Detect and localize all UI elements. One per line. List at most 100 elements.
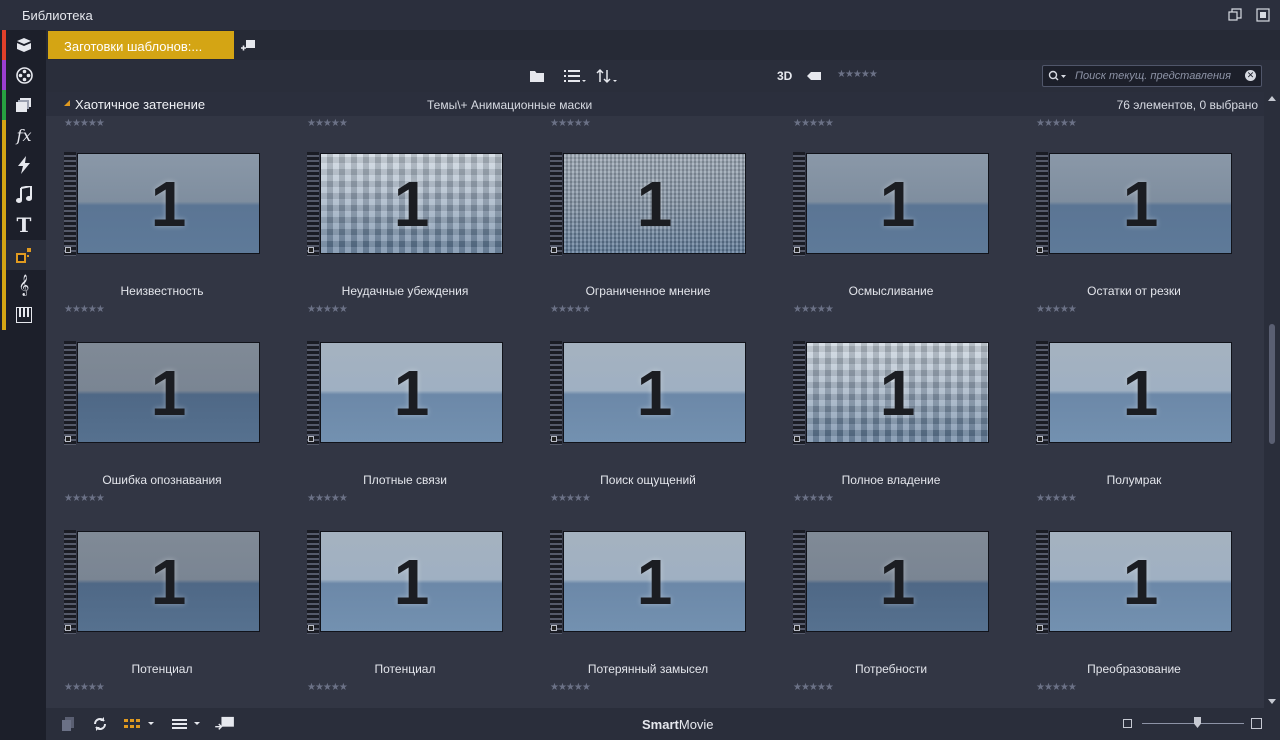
theme-badge-icon	[1037, 436, 1043, 442]
grid-view-icon[interactable]	[124, 716, 156, 732]
theme-item[interactable]: 1 Плотные связи ★★★★★	[289, 341, 503, 526]
theme-thumbnail[interactable]: 1	[64, 341, 260, 445]
theme-item[interactable]: 1 Ошибка опознавания ★★★★★	[46, 341, 260, 526]
rating-stars[interactable]: ★★★★★	[793, 118, 834, 129]
theme-item[interactable]: 1 Полумрак ★★★★★	[1018, 341, 1232, 526]
rating-stars[interactable]: ★★★★★	[550, 118, 591, 129]
clear-search-icon[interactable]: ✕	[1245, 70, 1256, 81]
theme-thumbnail[interactable]: 1	[1036, 152, 1232, 256]
rating-stars[interactable]: ★★★★★	[793, 682, 834, 693]
collapse-arrow-icon[interactable]	[64, 100, 70, 106]
theme-item[interactable]: 1 Осмысливание ★★★★★	[775, 152, 989, 337]
rating-stars[interactable]: ★★★★★	[550, 304, 591, 315]
theme-item[interactable]: 1 Поиск ощущений ★★★★★	[532, 341, 746, 526]
rating-stars[interactable]: ★★★★★	[64, 493, 105, 504]
theme-thumbnail[interactable]: 1	[793, 152, 989, 256]
thumbnail-digit: 1	[636, 545, 673, 618]
theme-item[interactable]: 1 Остатки от резки ★★★★★	[1018, 152, 1232, 337]
list-view-icon[interactable]	[172, 716, 204, 732]
scroll-down-icon[interactable]	[1268, 699, 1276, 704]
filmstrip-edge	[1036, 341, 1048, 445]
sidebar-item-transitions[interactable]	[0, 150, 46, 180]
theme-item[interactable]: 1 Полное владение ★★★★★	[775, 341, 989, 526]
import-icon[interactable]	[213, 716, 237, 732]
theme-item[interactable]: 1 Потенциал ★★★★★	[289, 530, 503, 708]
sidebar-item-titles[interactable]: T	[0, 210, 46, 240]
vertical-scrollbar[interactable]	[1264, 92, 1280, 708]
rating-stars[interactable]: ★★★★★	[64, 682, 105, 693]
rating-filter[interactable]: ★★★★★	[837, 69, 878, 85]
theme-thumbnail[interactable]: 1	[793, 341, 989, 445]
theme-thumbnail[interactable]: 1	[793, 530, 989, 634]
rating-stars[interactable]: ★★★★★	[793, 493, 834, 504]
sidebar-item-disc-projects[interactable]	[0, 90, 46, 120]
search-icon[interactable]	[1048, 70, 1068, 82]
theme-item[interactable]: 1 Потерянный замысел ★★★★★	[532, 530, 746, 708]
rating-stars[interactable]: ★★★★★	[307, 493, 348, 504]
add-tab-icon[interactable]	[240, 38, 256, 52]
theme-thumbnail[interactable]: 1	[64, 152, 260, 256]
theme-item[interactable]: 1 Неизвестность ★★★★★	[46, 152, 260, 337]
sidebar-item-effects[interactable]: fx	[0, 120, 46, 150]
sidebar-item-media[interactable]	[0, 60, 46, 90]
zoom-slider-track[interactable]	[1142, 723, 1244, 724]
rating-stars[interactable]: ★★★★★	[64, 118, 105, 129]
sidebar-item-music[interactable]	[0, 300, 46, 330]
search-placeholder: Поиск текущ. представления	[1075, 70, 1232, 82]
theme-thumbnail[interactable]: 1	[307, 530, 503, 634]
rating-stars[interactable]: ★★★★★	[1036, 304, 1077, 315]
theme-thumbnail[interactable]: 1	[550, 530, 746, 634]
theme-item[interactable]: 1 Потенциал ★★★★★	[46, 530, 260, 708]
list-view-icon[interactable]	[564, 68, 588, 84]
sidebar-item-audio[interactable]	[0, 180, 46, 210]
rating-stars[interactable]: ★★★★★	[550, 682, 591, 693]
theme-thumbnail[interactable]: 1	[307, 341, 503, 445]
detach-window-icon[interactable]	[1256, 8, 1270, 22]
tab-templates[interactable]: Заготовки шаблонов:...	[48, 31, 234, 59]
rating-stars[interactable]: ★★★★★	[1036, 118, 1077, 129]
theme-badge-icon	[65, 247, 71, 253]
theme-thumbnail[interactable]: 1	[1036, 341, 1232, 445]
zoom-in-icon[interactable]	[1251, 718, 1262, 729]
sidebar-item-sound-effects[interactable]: 𝄞	[0, 270, 46, 300]
restore-window-icon[interactable]	[1228, 8, 1242, 22]
copy-icon[interactable]	[60, 716, 76, 732]
theme-item[interactable]: 1 Преобразование ★★★★★	[1018, 530, 1232, 708]
sort-icon[interactable]	[596, 68, 620, 84]
theme-item[interactable]: 1 Потребности ★★★★★	[775, 530, 989, 708]
theme-thumbnail[interactable]: 1	[550, 341, 746, 445]
theme-label: Остатки от резки	[1087, 284, 1181, 298]
section-header: Хаотичное затенение Темы\+ Анимационные …	[46, 92, 1264, 116]
scroll-thumb[interactable]	[1269, 324, 1275, 444]
scroll-up-icon[interactable]	[1268, 96, 1276, 101]
sync-icon[interactable]	[92, 716, 108, 732]
folder-icon[interactable]	[529, 68, 545, 84]
rating-stars[interactable]: ★★★★★	[307, 304, 348, 315]
3d-filter-button[interactable]: 3D	[777, 69, 792, 83]
thumbnail-image: 1	[1049, 342, 1232, 443]
rating-stars[interactable]: ★★★★★	[793, 304, 834, 315]
zoom-slider-thumb[interactable]	[1194, 717, 1201, 728]
rating-stars[interactable]: ★★★★★	[307, 118, 348, 129]
tag-icon[interactable]	[806, 68, 822, 84]
thumbnail-image: 1	[1049, 531, 1232, 632]
themes-icon	[14, 246, 34, 264]
theme-thumbnail[interactable]: 1	[1036, 530, 1232, 634]
thumbnail-digit: 1	[150, 545, 187, 618]
sidebar-item-project-bin[interactable]	[0, 30, 46, 60]
search-field[interactable]: Поиск текущ. представления ✕	[1042, 65, 1262, 87]
theme-thumbnail[interactable]: 1	[64, 530, 260, 634]
rating-stars[interactable]: ★★★★★	[64, 304, 105, 315]
smartmovie-button[interactable]: SmartMovie	[642, 717, 714, 732]
theme-thumbnail[interactable]: 1	[550, 152, 746, 256]
zoom-out-icon[interactable]	[1123, 719, 1132, 728]
sidebar-item-montage-themes[interactable]	[0, 240, 46, 270]
rating-stars[interactable]: ★★★★★	[307, 682, 348, 693]
filmstrip-edge	[793, 530, 805, 634]
theme-item[interactable]: 1 Ограниченное мнение ★★★★★	[532, 152, 746, 337]
rating-stars[interactable]: ★★★★★	[1036, 493, 1077, 504]
theme-item[interactable]: 1 Неудачные убеждения ★★★★★	[289, 152, 503, 337]
rating-stars[interactable]: ★★★★★	[550, 493, 591, 504]
rating-stars[interactable]: ★★★★★	[1036, 682, 1077, 693]
theme-thumbnail[interactable]: 1	[307, 152, 503, 256]
